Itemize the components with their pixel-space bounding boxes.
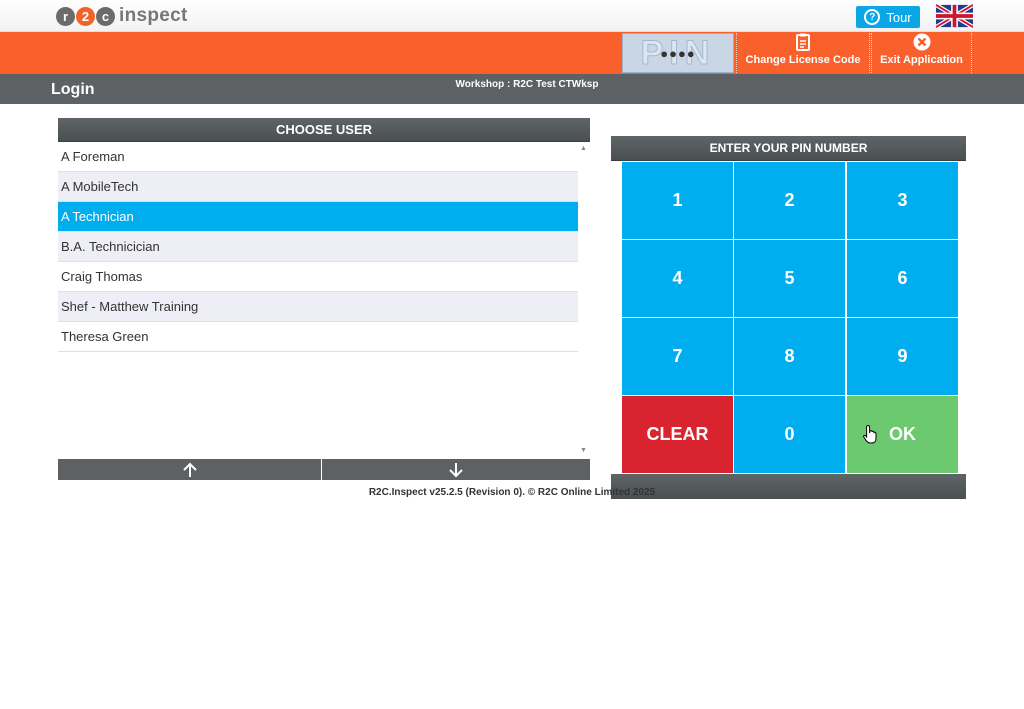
top-bar: r 2 c inspect ? Tour <box>0 0 1024 32</box>
key-1[interactable]: 1 <box>622 162 733 239</box>
help-circle-icon: ? <box>864 9 881 25</box>
change-license-label: Change License Code <box>745 54 861 66</box>
license-document-icon <box>794 33 812 51</box>
change-license-button[interactable]: Change License Code <box>736 33 870 73</box>
uk-flag-icon[interactable] <box>936 4 973 28</box>
pin-dots: ●●●● <box>660 45 696 61</box>
logo-letter-c: c <box>96 6 115 26</box>
scroll-up-arrow-icon[interactable]: ▲ <box>580 145 587 152</box>
user-list[interactable]: A Foreman A MobileTech A Technician B.A.… <box>58 142 578 457</box>
clear-button[interactable]: CLEAR <box>622 396 733 473</box>
logo-text: inspect <box>119 5 188 26</box>
exit-application-button[interactable]: Exit Application <box>871 33 972 73</box>
key-8[interactable]: 8 <box>734 318 845 395</box>
key-2[interactable]: 2 <box>734 162 845 239</box>
scroll-down-arrow-icon[interactable]: ▼ <box>580 447 587 454</box>
logo-letter-2: 2 <box>76 6 95 26</box>
r2c-logo: r 2 c inspect <box>56 5 188 27</box>
page-title: Login <box>51 81 95 98</box>
pin-display: PIN ●●●● <box>622 33 734 73</box>
user-item[interactable]: Shef - Matthew Training <box>58 292 578 322</box>
key-6[interactable]: 6 <box>847 240 958 317</box>
user-item[interactable]: A Foreman <box>58 142 578 172</box>
arrow-up-icon <box>182 462 197 477</box>
key-0[interactable]: 0 <box>734 396 845 473</box>
scroll-down-button[interactable] <box>322 459 590 480</box>
user-item[interactable]: B.A. Technicician <box>58 232 578 262</box>
logo-letter-r: r <box>56 6 75 26</box>
tour-label: Tour <box>886 9 912 25</box>
key-3[interactable]: 3 <box>847 162 958 239</box>
user-item[interactable]: A MobileTech <box>58 172 578 202</box>
scroll-up-button[interactable] <box>58 459 321 480</box>
version-footer: R2C.Inspect v25.2.5 (Revision 0). © R2C … <box>368 487 656 498</box>
key-4[interactable]: 4 <box>622 240 733 317</box>
user-item[interactable]: Craig Thomas <box>58 262 578 292</box>
tour-button[interactable]: ? Tour <box>856 6 920 28</box>
workshop-label: Workshop : R2C Test CTWksp <box>455 79 599 90</box>
key-5[interactable]: 5 <box>734 240 845 317</box>
user-item[interactable]: Theresa Green <box>58 322 578 352</box>
exit-application-label: Exit Application <box>880 54 963 66</box>
hand-cursor-icon <box>863 424 877 444</box>
pin-heading: ENTER YOUR PIN NUMBER <box>611 136 966 161</box>
key-7[interactable]: 7 <box>622 318 733 395</box>
close-circle-icon <box>913 33 931 51</box>
key-9[interactable]: 9 <box>847 318 958 395</box>
user-item-selected[interactable]: A Technician <box>58 202 578 232</box>
choose-user-heading: CHOOSE USER <box>58 118 590 142</box>
arrow-down-icon <box>449 462 463 477</box>
